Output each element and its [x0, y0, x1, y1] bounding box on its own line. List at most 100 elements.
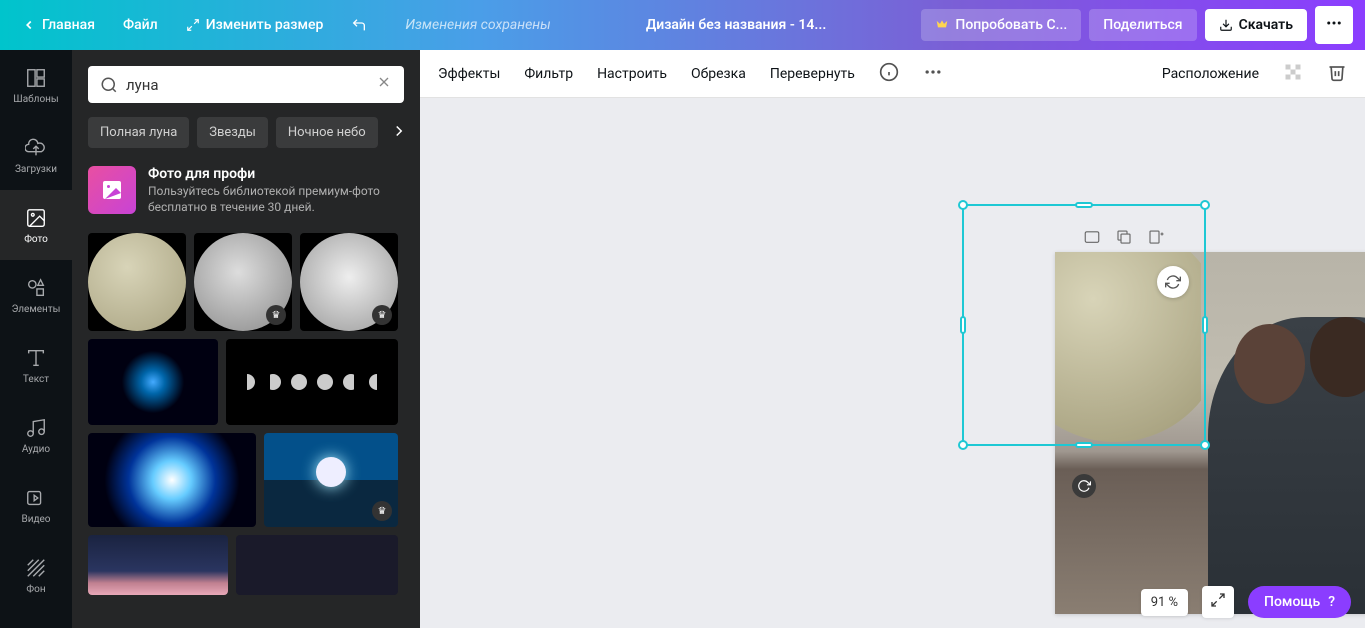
selection-box	[962, 204, 1206, 446]
download-label: Скачать	[1239, 17, 1293, 33]
footer-bar: 91 % Помощь ?	[1141, 586, 1351, 618]
canvas-area: Эффекты Фильтр Настроить Обрезка Перевер…	[420, 50, 1365, 628]
zoom-level[interactable]: 91 %	[1141, 589, 1188, 616]
chip-stars[interactable]: Звезды	[197, 117, 268, 148]
help-label: Помощь	[1264, 594, 1320, 610]
chip-night-sky[interactable]: Ночное небо	[276, 117, 378, 148]
background-icon	[24, 556, 48, 580]
transparency-button[interactable]	[1283, 62, 1303, 86]
crown-icon: ♛	[372, 501, 392, 521]
resize-menu[interactable]: Изменить размер	[176, 11, 334, 39]
try-pro-button[interactable]: Попробовать С...	[921, 9, 1081, 41]
transparency-icon	[1283, 62, 1303, 82]
magic-button[interactable]	[1157, 266, 1189, 298]
fullscreen-button[interactable]	[1202, 586, 1234, 618]
resize-handle-s[interactable]	[1075, 442, 1093, 448]
photo-panel: Полная луна Звезды Ночное небо Фото для …	[72, 50, 420, 628]
left-rail: Шаблоны Загрузки Фото Элементы Текст Ауд…	[0, 50, 72, 628]
rotate-icon	[1077, 479, 1091, 493]
resize-handle-e[interactable]	[1202, 316, 1208, 334]
help-button[interactable]: Помощь ?	[1248, 586, 1351, 618]
photo-thumb[interactable]	[88, 233, 186, 331]
canvas-stage[interactable]: + Добавить страницу 91 % Помощь ?	[420, 98, 1365, 628]
file-label: Файл	[123, 17, 158, 33]
document-title[interactable]: Дизайн без названия - 14...	[559, 17, 914, 33]
chips-next-button[interactable]	[386, 118, 404, 148]
try-pro-label: Попробовать С...	[955, 17, 1067, 33]
rail-background[interactable]: Фон	[0, 540, 72, 610]
back-button[interactable]: Главная	[12, 11, 105, 39]
rail-audio[interactable]: Аудио	[0, 400, 72, 470]
resize-icon	[186, 18, 200, 32]
search-clear-button[interactable]	[376, 74, 392, 95]
photo-icon	[24, 206, 48, 230]
promo-icon	[88, 166, 136, 214]
sparkle-icon	[1165, 274, 1181, 290]
audio-icon	[24, 416, 48, 440]
position-button[interactable]: Расположение	[1162, 66, 1259, 82]
photo-thumb[interactable]: ♛	[300, 233, 398, 331]
dots-icon	[1325, 14, 1343, 32]
filter-button[interactable]: Фильтр	[524, 66, 573, 82]
rail-text[interactable]: Текст	[0, 330, 72, 400]
templates-icon	[24, 66, 48, 90]
rail-photo-label: Фото	[24, 234, 48, 245]
download-icon	[1219, 18, 1233, 32]
undo-button[interactable]	[341, 11, 377, 39]
more-menu-button[interactable]	[1315, 6, 1353, 44]
adjust-button[interactable]: Настроить	[597, 66, 667, 82]
more-button[interactable]	[923, 62, 943, 86]
close-icon	[376, 74, 392, 90]
info-button[interactable]	[879, 62, 899, 86]
rail-background-label: Фон	[26, 584, 45, 595]
rail-video[interactable]: Видео	[0, 470, 72, 540]
search-input[interactable]	[126, 76, 368, 94]
photo-thumb[interactable]: ♛	[194, 233, 292, 331]
crop-button[interactable]: Обрезка	[691, 66, 746, 82]
share-button[interactable]: Поделиться	[1089, 9, 1196, 41]
photo-thumb[interactable]	[88, 535, 228, 595]
crown-icon	[935, 18, 949, 32]
photo-grid: ♛ ♛ ♛	[88, 233, 404, 595]
crown-icon: ♛	[372, 305, 392, 325]
delete-button[interactable]	[1327, 62, 1347, 86]
chip-full-moon[interactable]: Полная луна	[88, 117, 189, 148]
photo-thumb[interactable]: ♛	[264, 433, 398, 527]
save-status: Изменения сохранены	[405, 17, 550, 33]
rail-text-label: Текст	[23, 374, 49, 385]
flip-button[interactable]: Перевернуть	[770, 66, 855, 82]
download-button[interactable]: Скачать	[1205, 9, 1307, 41]
home-label: Главная	[42, 17, 95, 33]
photo-thumb[interactable]	[226, 339, 398, 425]
resize-handle-sw[interactable]	[958, 440, 968, 450]
resize-handle-nw[interactable]	[958, 200, 968, 210]
filter-chips: Полная луна Звезды Ночное небо	[88, 117, 404, 148]
resize-handle-ne[interactable]	[1200, 200, 1210, 210]
search-icon	[100, 76, 118, 94]
rail-templates[interactable]: Шаблоны	[0, 50, 72, 120]
rail-templates-label: Шаблоны	[13, 94, 58, 105]
rail-photo[interactable]: Фото	[0, 190, 72, 260]
photo-thumb[interactable]	[88, 433, 256, 527]
rail-elements[interactable]: Элементы	[0, 260, 72, 330]
rail-uploads[interactable]: Загрузки	[0, 120, 72, 190]
search-box	[88, 66, 404, 103]
uploads-icon	[24, 136, 48, 160]
rotate-button[interactable]	[1072, 474, 1096, 498]
video-icon	[24, 486, 48, 510]
question-icon: ?	[1328, 594, 1335, 610]
crown-icon: ♛	[266, 305, 286, 325]
pro-promo[interactable]: Фото для профи Пользуйтесь библиотекой п…	[88, 166, 404, 215]
fullscreen-icon	[1210, 592, 1226, 608]
share-label: Поделиться	[1103, 17, 1182, 33]
text-icon	[24, 346, 48, 370]
photo-thumb[interactable]	[236, 535, 398, 595]
resize-handle-se[interactable]	[1200, 440, 1210, 450]
effects-button[interactable]: Эффекты	[438, 66, 500, 82]
resize-handle-n[interactable]	[1075, 202, 1093, 208]
trash-icon	[1327, 62, 1347, 82]
photo-thumb[interactable]	[88, 339, 218, 425]
chevron-right-icon	[390, 122, 404, 140]
resize-handle-w[interactable]	[960, 316, 966, 334]
file-menu[interactable]: Файл	[113, 11, 168, 39]
